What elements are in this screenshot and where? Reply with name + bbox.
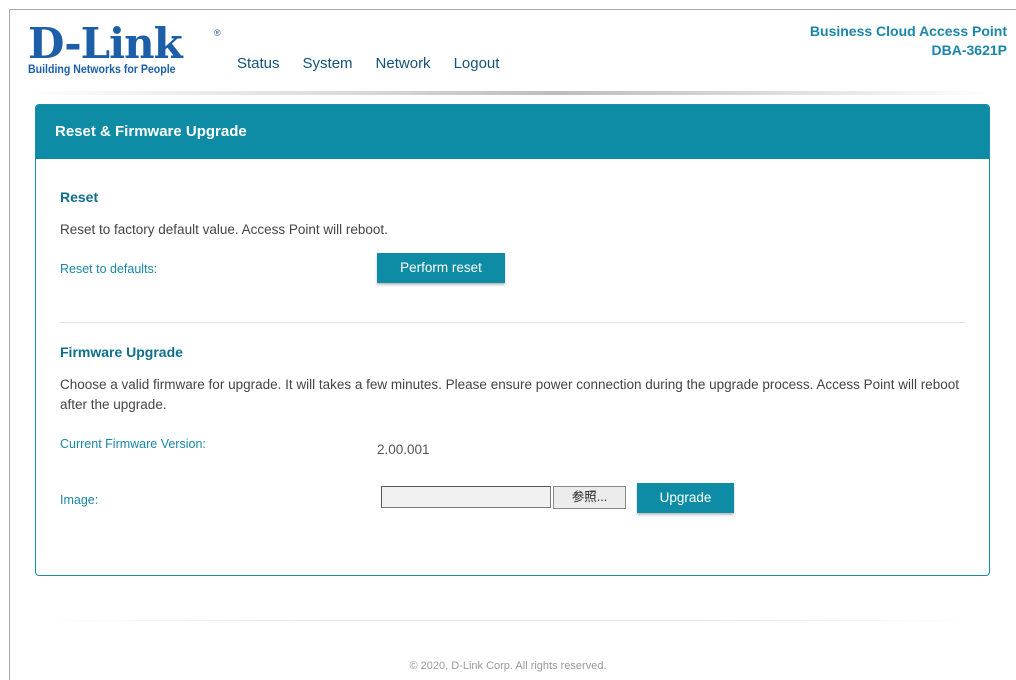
product-info: Business Cloud Access Point DBA-3621P	[810, 21, 1007, 59]
reset-description: Reset to factory default value. Access P…	[60, 222, 388, 237]
panel-title: Reset & Firmware Upgrade	[36, 105, 989, 159]
firmware-section-title: Firmware Upgrade	[60, 344, 183, 360]
dlink-logo: D-Link ® Building Networks for People	[28, 22, 221, 82]
product-model: DBA-3621P	[931, 42, 1007, 58]
logo-tagline: Building Networks for People	[28, 64, 176, 76]
perform-reset-button[interactable]: Perform reset	[377, 253, 505, 283]
nav-system[interactable]: System	[303, 55, 353, 72]
product-name: Business Cloud Access Point	[809, 23, 1007, 39]
logo-wordmark: D-Link	[28, 19, 183, 68]
firmware-file-input[interactable]	[381, 486, 551, 508]
reset-firmware-panel: Reset & Firmware Upgrade Reset Reset to …	[35, 104, 990, 576]
footer-divider	[40, 620, 980, 621]
copyright-footer: © 2020, D-Link Corp. All rights reserved…	[409, 660, 607, 672]
section-divider	[60, 322, 965, 323]
main-nav: Status System Network Logout	[237, 55, 522, 72]
nav-network[interactable]: Network	[376, 55, 431, 72]
header-divider	[26, 91, 990, 95]
nav-logout[interactable]: Logout	[454, 55, 500, 72]
image-label: Image:	[60, 493, 99, 507]
firmware-version-value: 2.00.001	[377, 442, 430, 457]
registered-mark: ®	[214, 28, 221, 38]
browse-button[interactable]: 参照...	[553, 486, 626, 509]
upgrade-button[interactable]: Upgrade	[637, 483, 734, 513]
firmware-description: Choose a valid firmware for upgrade. It …	[60, 377, 959, 412]
nav-status[interactable]: Status	[237, 55, 280, 72]
reset-defaults-label: Reset to defaults:	[60, 262, 158, 276]
firmware-version-label: Current Firmware Version:	[60, 437, 206, 451]
reset-section-title: Reset	[60, 189, 99, 205]
